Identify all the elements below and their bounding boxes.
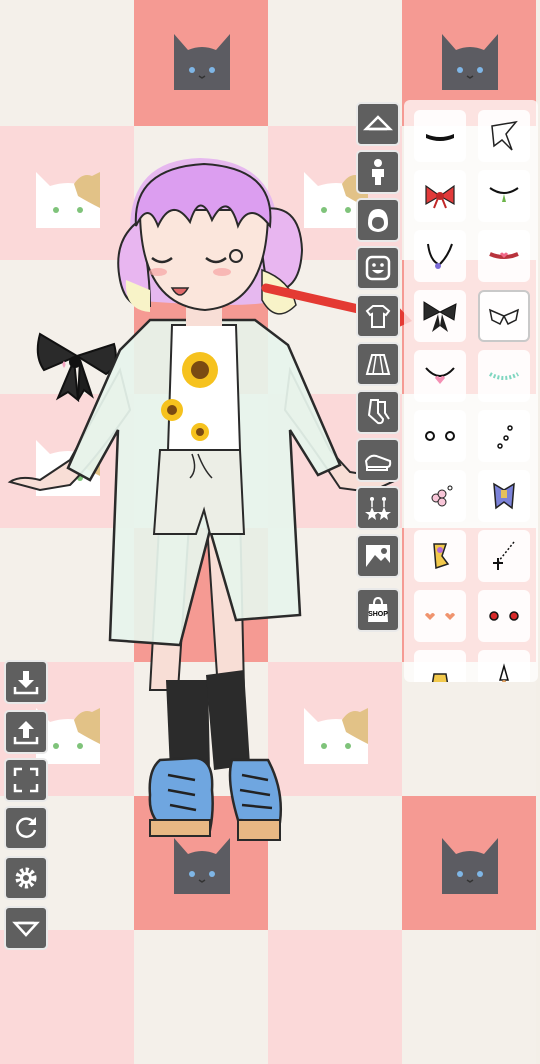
category-hair[interactable] bbox=[356, 198, 400, 242]
black-choker-icon bbox=[426, 134, 454, 141]
bg-tile bbox=[0, 930, 134, 1064]
top-icon bbox=[365, 305, 391, 328]
drop-earring-icon bbox=[499, 663, 509, 682]
gold-pendant-icon bbox=[431, 673, 449, 682]
category-socks[interactable] bbox=[356, 390, 400, 434]
category-face[interactable] bbox=[356, 246, 400, 290]
body-icon bbox=[372, 159, 384, 185]
bg-tile bbox=[134, 0, 268, 126]
item-pearl-necklace[interactable] bbox=[478, 350, 530, 402]
item-black-dot-earrings[interactable] bbox=[414, 410, 466, 462]
bg-tile bbox=[402, 796, 536, 930]
red-bow-icon bbox=[425, 184, 455, 209]
item-white-tie[interactable] bbox=[478, 110, 530, 162]
item-gold-pendant[interactable] bbox=[414, 650, 466, 682]
dot-piercings-icon bbox=[497, 425, 513, 449]
black-cord-necklace-icon bbox=[489, 187, 519, 202]
item-dot-piercings[interactable] bbox=[478, 410, 530, 462]
category-top[interactable] bbox=[356, 294, 400, 338]
settings-button[interactable] bbox=[4, 856, 48, 900]
category-shop[interactable]: SHOP bbox=[356, 588, 400, 632]
download-icon bbox=[13, 671, 39, 695]
red-heart-choker-icon bbox=[489, 252, 519, 259]
white-tie-icon bbox=[491, 120, 518, 151]
gray-cat-icon bbox=[442, 838, 498, 894]
accessories-icon bbox=[365, 497, 391, 520]
item-heart-earrings[interactable] bbox=[414, 590, 466, 642]
item-chain-charm[interactable] bbox=[478, 530, 530, 582]
collapse-up-button[interactable] bbox=[356, 102, 400, 146]
shop-label: SHOP bbox=[368, 611, 388, 618]
background-icon bbox=[366, 545, 390, 567]
item-black-cord-necklace[interactable] bbox=[478, 170, 530, 222]
category-background[interactable] bbox=[356, 534, 400, 578]
settings-icon bbox=[15, 867, 37, 889]
category-skirt[interactable] bbox=[356, 342, 400, 386]
bg-tile bbox=[0, 0, 134, 126]
chain-charm-icon bbox=[493, 541, 515, 570]
bg-tile bbox=[402, 662, 536, 796]
reset-icon bbox=[16, 817, 37, 838]
accessory-items-panel[interactable] bbox=[404, 100, 538, 682]
shoes-icon bbox=[364, 454, 392, 471]
black-dot-earrings-icon bbox=[425, 431, 455, 441]
face-icon bbox=[365, 255, 391, 281]
item-black-bow[interactable] bbox=[414, 290, 466, 342]
item-heart-necklace[interactable] bbox=[414, 350, 466, 402]
bg-tile bbox=[268, 930, 402, 1064]
gold-charm-icon bbox=[433, 543, 450, 570]
ribbon-clip-icon bbox=[493, 482, 515, 510]
item-white-collar[interactable] bbox=[478, 290, 530, 342]
item-gold-charm[interactable] bbox=[414, 530, 466, 582]
item-red-stud-earrings[interactable] bbox=[478, 590, 530, 642]
upload-icon bbox=[13, 721, 39, 745]
shop-icon: SHOP bbox=[368, 596, 388, 622]
category-accessories[interactable] bbox=[356, 486, 400, 530]
category-shoes[interactable] bbox=[356, 438, 400, 482]
pearl-necklace-icon bbox=[489, 372, 519, 380]
collapse-down-button[interactable] bbox=[4, 906, 48, 950]
fullscreen-icon bbox=[13, 767, 39, 793]
item-red-bow[interactable] bbox=[414, 170, 466, 222]
item-drop-earring[interactable] bbox=[478, 650, 530, 682]
category-body[interactable] bbox=[356, 150, 400, 194]
download-button[interactable] bbox=[4, 660, 48, 704]
reset-button[interactable] bbox=[4, 806, 48, 850]
bg-tile bbox=[134, 930, 268, 1064]
item-red-heart-choker[interactable] bbox=[478, 230, 530, 282]
item-flower-earring[interactable] bbox=[414, 470, 466, 522]
purple-pendant-necklace-icon bbox=[427, 243, 453, 269]
collapse-up-icon bbox=[363, 115, 393, 131]
white-collar-icon bbox=[488, 308, 520, 326]
socks-icon bbox=[367, 399, 390, 425]
heart-earrings-icon bbox=[425, 613, 455, 620]
bg-tile bbox=[402, 930, 536, 1064]
heart-necklace-icon bbox=[425, 367, 455, 384]
collapse-down-icon bbox=[12, 921, 40, 937]
item-black-choker[interactable] bbox=[414, 110, 466, 162]
item-purple-pendant-necklace[interactable] bbox=[414, 230, 466, 282]
skirt-icon bbox=[365, 354, 391, 375]
upload-button[interactable] bbox=[4, 710, 48, 754]
gray-cat-icon bbox=[174, 34, 230, 90]
hair-icon bbox=[368, 209, 388, 232]
fullscreen-button[interactable] bbox=[4, 758, 48, 802]
black-bow-icon bbox=[423, 301, 457, 332]
gray-cat-icon bbox=[442, 34, 498, 90]
red-stud-earrings-icon bbox=[489, 611, 519, 621]
item-ribbon-clip[interactable] bbox=[478, 470, 530, 522]
flower-earring-icon bbox=[431, 485, 453, 507]
